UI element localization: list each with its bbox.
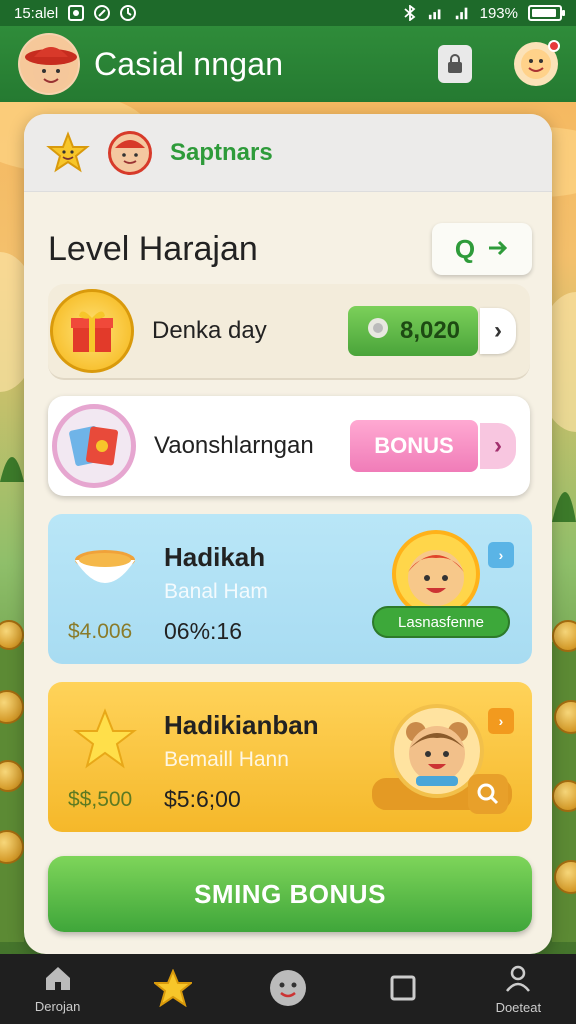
promo-subtitle: Bemaill Hann [164, 748, 289, 771]
status-bar: 15:alel 193% [0, 0, 576, 26]
bluetooth-icon [402, 5, 418, 21]
star-mascot-icon [46, 130, 90, 175]
promo-timer: 06%:16 [164, 618, 243, 644]
promo-amount: $4.006 [68, 620, 133, 643]
search-icon[interactable] [468, 774, 508, 814]
star-icon [72, 708, 138, 777]
signal-icon [428, 5, 444, 21]
coin-icon [366, 316, 390, 347]
promo-subtitle: Banal Ham [164, 580, 268, 603]
level-row: Level Harajan Q [48, 214, 532, 284]
app-avatar-icon[interactable] [18, 33, 80, 95]
avatar[interactable] [108, 130, 152, 175]
card-header-name: Saptnars [170, 138, 273, 166]
bowl-icon [72, 536, 138, 605]
list-item-daily[interactable]: Denka day 8,020 › [48, 284, 530, 380]
promo-card[interactable]: Hadikah Banal Ham $4.006 06%:16 › Lasnas… [48, 514, 532, 664]
bottom-navigation: Derojan Doeteat [0, 954, 576, 1024]
open-arrow-icon[interactable]: › [488, 542, 514, 568]
nav-item-social[interactable] [233, 954, 343, 1024]
battery-percent: 193% [479, 4, 518, 22]
mascot-girl-icon [392, 530, 480, 618]
coin-decoration [552, 620, 576, 652]
nav-item-recent[interactable] [348, 954, 458, 1024]
coin-decoration [552, 780, 576, 812]
profile-face-icon[interactable] [514, 40, 560, 86]
arrow-right-icon [487, 234, 509, 265]
chevron-right-icon[interactable]: › [480, 423, 516, 469]
notification-dot [548, 40, 560, 52]
coin-balance-badge[interactable]: 8,020 [348, 306, 478, 356]
nav-item-label: Doeteat [495, 1000, 542, 1015]
navigation-notification-icon [94, 5, 111, 21]
page-title: Level Harajan [48, 229, 258, 268]
main-card: Saptnars Level Harajan Q Denka day 8,020… [24, 114, 552, 954]
nav-item-home[interactable]: Derojan [3, 954, 113, 1024]
promo-tag[interactable]: Lasnasfenne [372, 606, 510, 638]
home-icon [43, 964, 73, 995]
app-bar: Casial nngan [0, 26, 576, 102]
promo-title: Hadikianban [164, 710, 319, 740]
level-action-button[interactable]: Q [432, 223, 532, 275]
battery-icon [528, 5, 565, 21]
chevron-right-icon[interactable]: › [480, 308, 516, 354]
promo-card[interactable]: Hadikianban Bemaill Hann $$,500 $5:6;00 … [48, 682, 532, 832]
face-icon [268, 968, 308, 1011]
list-item-bonus[interactable]: Vaonshlarngan BONUS › [48, 396, 530, 496]
lock-icon[interactable] [438, 45, 472, 83]
promo-timer: $5:6;00 [164, 786, 241, 812]
list-item-label: Vaonshlarngan [154, 432, 314, 459]
profile-icon [503, 963, 533, 996]
coin-balance-value: 8,020 [399, 317, 461, 344]
card-header: Saptnars [24, 114, 552, 192]
bonus-badge-button[interactable]: BONUS [350, 420, 478, 472]
open-arrow-icon[interactable]: › [488, 708, 514, 734]
nav-item-label: Derojan [34, 999, 81, 1014]
square-icon [389, 974, 417, 1005]
star-icon [151, 967, 194, 1010]
image-notification-icon [68, 5, 85, 21]
cards-icon [52, 404, 136, 488]
list-item-label: Denka day [152, 317, 267, 344]
nav-item-rewards[interactable] [118, 954, 228, 1024]
settings-notification-icon [120, 5, 137, 21]
status-time: 15:alel [14, 4, 59, 22]
level-action-label: Q [454, 233, 476, 264]
gift-icon [50, 289, 134, 373]
claim-bonus-button[interactable]: SMING BONUS [48, 856, 532, 932]
promo-title: Hadikah [164, 542, 266, 572]
promo-amount: $$,500 [68, 788, 133, 811]
app-title: Casial nngan [94, 45, 284, 82]
wifi-signal-icon [454, 5, 470, 21]
nav-item-profile[interactable]: Doeteat [463, 954, 573, 1024]
